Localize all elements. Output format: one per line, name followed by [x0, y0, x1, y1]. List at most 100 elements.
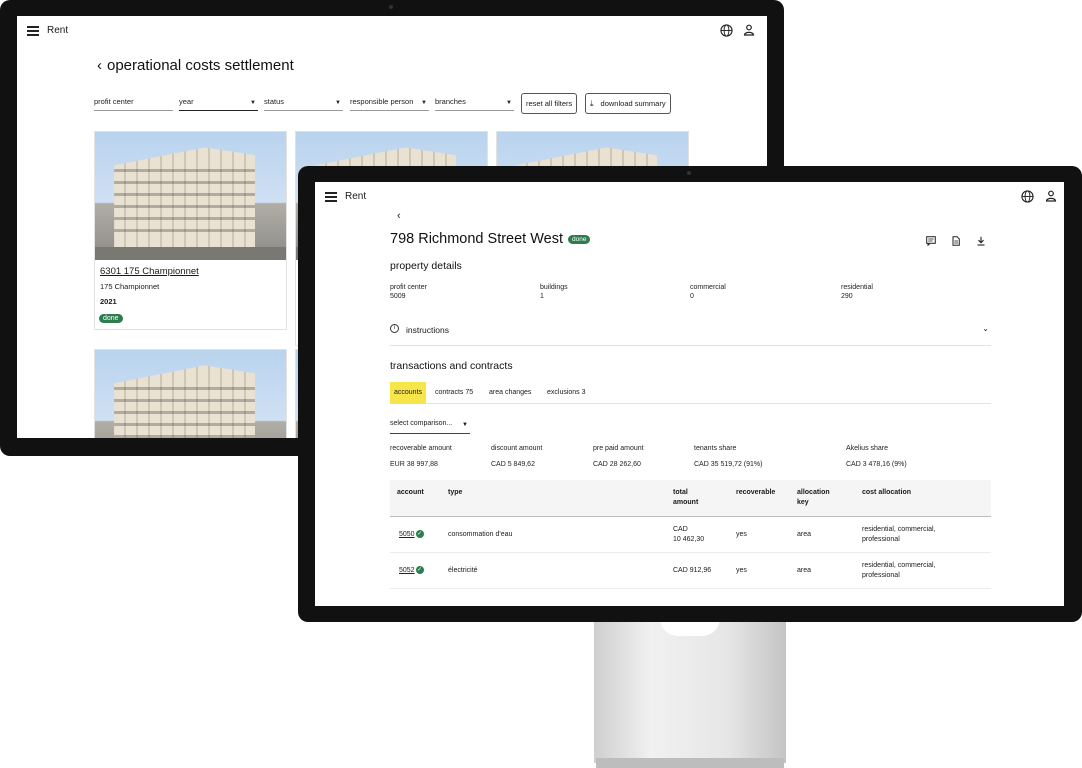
check-circle-icon: ✓ [415, 566, 424, 575]
detail-value-buildings: 1 [540, 293, 544, 300]
monitor-stand [594, 618, 786, 763]
detail-value-commercial: 0 [690, 293, 694, 300]
property-photo [95, 132, 286, 260]
globe-icon[interactable] [720, 24, 733, 37]
download-icon: ⤓ [590, 98, 594, 108]
detail-label-residential: residential [841, 284, 873, 291]
document-icon[interactable] [951, 236, 961, 246]
property-title: 798 Richmond Street West done [390, 231, 591, 247]
page-title: ‹ operational costs settlement [97, 57, 294, 74]
transactions-heading: transactions and contracts [390, 360, 513, 372]
tab-exclusions[interactable]: exclusions 3 [543, 382, 590, 404]
summary-label: tenants share [694, 445, 737, 452]
allocation-key-cell: area [797, 531, 812, 538]
tab-bar: accounts contracts 75 area changes exclu… [390, 382, 991, 404]
amount-cell: CAD 10 462,30 [673, 526, 705, 543]
summary-value: EUR 38 997,88 [390, 461, 438, 468]
comment-icon[interactable] [926, 236, 936, 246]
user-icon[interactable] [743, 24, 755, 36]
app-bar: Rent [315, 182, 1064, 212]
tab-contracts[interactable]: contracts 75 [431, 382, 477, 404]
filter-year[interactable]: year ▼ [179, 97, 258, 111]
detail-value-profit-center: 5009 [390, 293, 406, 300]
column-header[interactable]: account [397, 488, 424, 498]
camera [389, 5, 393, 9]
status-badge: done [99, 314, 123, 323]
summary-value: CAD 28 262,60 [593, 461, 641, 468]
front-monitor: Rent ‹ 798 Richmond Street West done pro… [298, 166, 1082, 622]
caret-down-icon: ▼ [250, 100, 256, 106]
property-card-address: 175 Championnet [100, 282, 160, 291]
front-screen: Rent ‹ 798 Richmond Street West done pro… [315, 182, 1064, 606]
cost-allocation-cell: residential, commercial, professional [862, 526, 936, 543]
summary-value: CAD 5 849,62 [491, 461, 535, 468]
globe-icon[interactable] [1021, 190, 1034, 203]
type-cell: électricité [448, 567, 478, 574]
camera [687, 171, 691, 175]
back-button[interactable]: ‹ [397, 210, 401, 222]
property-card-year: 2021 [100, 297, 117, 306]
scroll-fade [315, 588, 1064, 606]
menu-icon[interactable] [27, 26, 39, 36]
detail-label-buildings: buildings [540, 284, 568, 291]
instructions-accordion[interactable]: i instructions ⌄ [390, 322, 991, 346]
monitor-stand-base [596, 758, 784, 768]
summary-label: pre paid amount [593, 445, 644, 452]
caret-down-icon: ▼ [506, 100, 512, 106]
column-header[interactable]: allocation key [797, 488, 830, 508]
cost-allocation-cell: residential, commercial, professional [862, 562, 936, 579]
filter-responsible-person[interactable]: responsible person ▼ [350, 97, 429, 111]
property-card[interactable] [94, 349, 287, 438]
comparison-select[interactable]: select comparison... ▼ [390, 420, 470, 434]
column-header[interactable]: cost allocation [862, 488, 911, 498]
property-card-name[interactable]: 6301 175 Championnet [100, 266, 286, 277]
property-card[interactable]: 6301 175 Championnet 175 Championnet 202… [94, 131, 287, 330]
instructions-label: instructions [406, 325, 449, 335]
filter-branches[interactable]: branches ▼ [435, 97, 514, 111]
summary-value: CAD 35 519,72 (91%) [694, 461, 763, 468]
caret-down-icon: ▼ [462, 422, 468, 428]
account-cell[interactable]: 5050 ✓ [399, 530, 424, 540]
filter-status[interactable]: status ▼ [264, 97, 343, 111]
recoverable-cell: yes [736, 531, 747, 538]
filter-profit-center[interactable]: profit center [94, 97, 173, 111]
detail-value-residential: 290 [841, 293, 853, 300]
table-header: account type total amount recoverable all… [390, 480, 991, 517]
amount-cell: CAD 912,96 [673, 567, 712, 574]
detail-label-commercial: commercial [690, 284, 726, 291]
summary-label: recoverable amount [390, 445, 452, 452]
recoverable-cell: yes [736, 567, 747, 574]
check-circle-icon: ✓ [415, 530, 424, 539]
chevron-down-icon: ⌄ [982, 324, 989, 333]
caret-down-icon: ▼ [421, 100, 427, 106]
tab-area-changes[interactable]: area changes [485, 382, 535, 404]
property-details-heading: property details [390, 260, 462, 272]
detail-label-profit-center: profit center [390, 284, 427, 291]
user-icon[interactable] [1045, 190, 1057, 202]
chevron-left-icon: ‹ [397, 210, 401, 222]
download-summary-button[interactable]: ⤓ download summary [585, 93, 671, 114]
info-icon: i [390, 324, 399, 333]
app-name: Rent [47, 25, 69, 36]
account-link[interactable]: 5052 [399, 567, 415, 574]
menu-icon[interactable] [325, 192, 337, 202]
account-cell[interactable]: 5052 ✓ [399, 566, 424, 576]
summary-value: CAD 3 478,16 (9%) [846, 461, 907, 468]
table-row[interactable]: 5052 ✓ électricité CAD 912,96 yes area re… [390, 553, 991, 589]
table-row[interactable]: 5050 ✓ consommation d'eau CAD 10 462,30 ye… [390, 517, 991, 553]
account-link[interactable]: 5050 [399, 531, 415, 538]
download-icon[interactable] [976, 236, 986, 246]
summary-label: Akelius share [846, 445, 889, 452]
reset-filters-button[interactable]: reset all filters [521, 93, 578, 114]
column-header[interactable]: type [448, 488, 462, 498]
allocation-key-cell: area [797, 567, 812, 574]
app-name: Rent [345, 191, 367, 202]
column-header[interactable]: total amount [673, 488, 698, 508]
tab-accounts[interactable]: accounts [390, 382, 427, 404]
status-badge: done [568, 234, 591, 244]
chevron-left-icon[interactable]: ‹ [97, 57, 102, 74]
accounts-table: account type total amount recoverable all… [390, 480, 991, 589]
summary-label: discount amount [491, 445, 543, 452]
caret-down-icon: ▼ [335, 100, 341, 106]
column-header[interactable]: recoverable [736, 488, 775, 498]
